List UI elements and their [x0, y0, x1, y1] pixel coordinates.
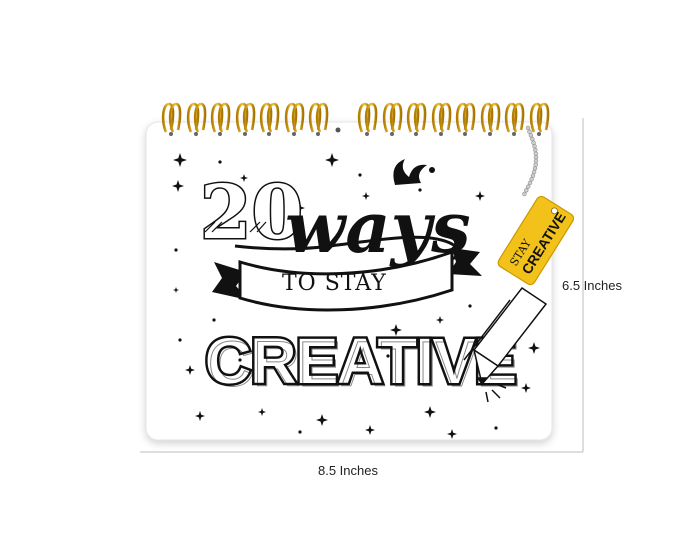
binding-hole — [316, 132, 320, 136]
chain-bead — [527, 180, 533, 186]
binding-hole — [292, 132, 296, 136]
binding-hole — [463, 132, 467, 136]
binding-hole — [365, 132, 369, 136]
chain-bead — [533, 151, 538, 156]
chain-bead — [532, 144, 537, 149]
binding-hole — [390, 132, 394, 136]
binding-hole — [439, 132, 443, 136]
chain-bead — [525, 184, 531, 189]
binding-hole — [488, 132, 492, 136]
chain-bead — [533, 162, 538, 167]
chain-bead — [530, 136, 535, 142]
height-dimension-label: 6.5 Inches — [562, 278, 622, 293]
binding-hole — [169, 132, 173, 136]
binding-hole — [194, 132, 198, 136]
ribbon-text: TO STAY — [282, 271, 387, 296]
chain-bead — [531, 169, 537, 175]
dot-decoration — [212, 318, 216, 322]
binding-hole — [537, 132, 541, 136]
binding-hole — [414, 132, 418, 136]
chain-bead — [527, 129, 532, 134]
chain-bead — [533, 155, 539, 160]
chain-bead — [522, 191, 527, 197]
binding-hole — [243, 132, 247, 136]
dot-decoration — [494, 426, 498, 430]
chain-bead — [525, 125, 531, 131]
chain-bead — [533, 158, 539, 164]
dot-decoration — [178, 338, 182, 342]
dot-decoration — [468, 304, 472, 308]
dot-decoration — [298, 430, 302, 434]
chain-bead — [531, 140, 536, 145]
dot-decoration — [218, 160, 222, 164]
dot-decoration — [174, 248, 178, 252]
chain-bead — [529, 177, 534, 182]
chain-bead — [530, 173, 536, 178]
dot-decoration — [358, 173, 362, 177]
chain-bead — [528, 133, 534, 138]
binding-hole — [512, 132, 516, 136]
binding-hole — [267, 132, 271, 136]
binding-hole — [335, 127, 341, 133]
creative-shadow: CREATIVE — [208, 328, 519, 400]
chain-bead — [524, 188, 529, 193]
width-dimension-label: 8.5 Inches — [318, 463, 378, 478]
chain-bead — [532, 166, 538, 171]
binding-hole — [218, 132, 222, 136]
chain-bead — [533, 147, 538, 153]
